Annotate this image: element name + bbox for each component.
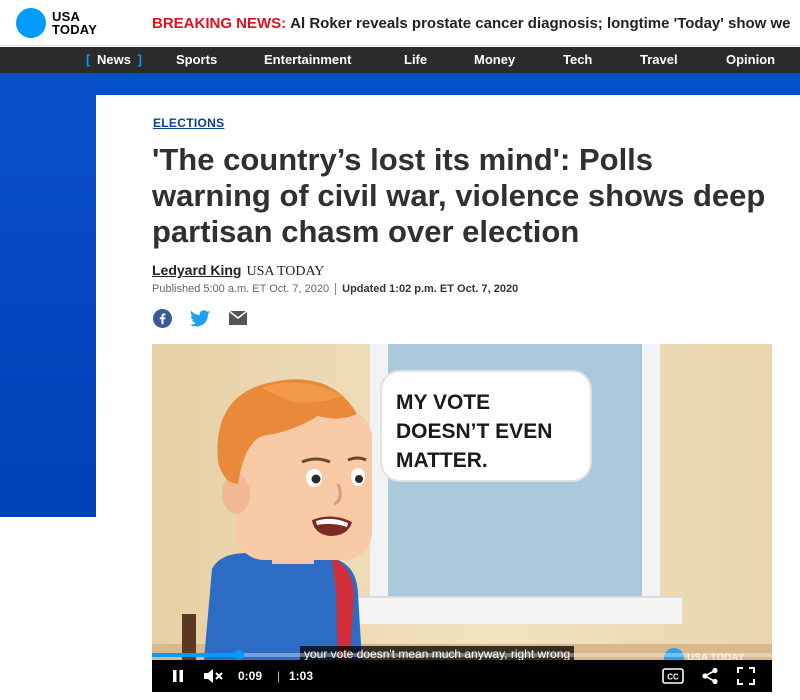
mute-icon[interactable]: [202, 660, 226, 692]
twitter-icon[interactable]: [190, 308, 210, 328]
current-time: 0:09: [238, 669, 263, 683]
facebook-icon[interactable]: [152, 308, 172, 328]
nav-item-news[interactable]: [ News ]: [86, 47, 142, 73]
video-progress-handle[interactable]: [233, 650, 244, 660]
breaking-news-banner[interactable]: BREAKING NEWS: Al Roker reveals prostate …: [152, 15, 791, 32]
published-date: Published 5:00 a.m. ET Oct. 7, 2020: [152, 283, 330, 295]
nav-item-life[interactable]: Life: [404, 47, 427, 73]
video-controls: 0:09 | 1:03 CC: [152, 660, 772, 692]
nav-item-travel[interactable]: Travel: [640, 47, 678, 73]
outlet-name: USA TODAY: [246, 264, 325, 279]
fullscreen-icon[interactable]: [734, 660, 758, 692]
nav-active-bracket-open: [: [86, 52, 91, 67]
date-separator: [335, 283, 337, 296]
updated-date: Updated 1:02 p.m. ET Oct. 7, 2020: [342, 283, 519, 295]
svg-text:CC: CC: [667, 673, 679, 682]
share-icon[interactable]: [698, 660, 722, 692]
dateline: Published 5:00 a.m. ET Oct. 7, 2020 Updat…: [152, 283, 519, 296]
cartoon-character-illustration: [182, 379, 372, 660]
nav-active-bracket-close: ]: [137, 52, 142, 67]
section-color-band: [0, 73, 800, 95]
breaking-news-label: BREAKING NEWS:: [152, 15, 287, 32]
logo-dot-icon: [16, 8, 46, 38]
nav-item-money[interactable]: Money: [474, 47, 515, 73]
video-progress-bar[interactable]: [152, 650, 772, 660]
email-icon[interactable]: [228, 308, 248, 328]
logo-text: USA TODAY: [52, 10, 97, 36]
section-color-sidebar: [0, 73, 96, 517]
nav-item-opinion[interactable]: Opinion: [726, 47, 775, 73]
nav-item-sports[interactable]: Sports: [176, 47, 217, 73]
author-link[interactable]: Ledyard King: [152, 262, 241, 278]
top-header: USA TODAY BREAKING NEWS: Al Roker reveals…: [0, 0, 800, 46]
byline: Ledyard King USA TODAY: [152, 262, 324, 280]
main-nav: [ News ] Sports Entertainment Life Money…: [0, 47, 800, 73]
breaking-news-text[interactable]: Al Roker reveals prostate cancer diagnos…: [290, 15, 790, 32]
speech-bubble-text: MY VOTE DOESN’T EVEN MATTER.: [396, 391, 553, 472]
duration: 1:03: [289, 669, 314, 683]
nav-item-entertainment[interactable]: Entertainment: [264, 47, 351, 73]
usa-today-logo[interactable]: USA TODAY: [16, 8, 97, 38]
time-separator: |: [277, 669, 281, 683]
logo-line-2: TODAY: [52, 22, 98, 37]
nav-item-tech[interactable]: Tech: [563, 47, 592, 73]
pause-icon[interactable]: [166, 660, 190, 692]
section-link[interactable]: ELECTIONS: [153, 116, 224, 130]
article-headline: 'The country’s lost its mind': Polls war…: [152, 142, 766, 249]
nav-item-label: News: [96, 52, 131, 67]
video-progress-fill: [152, 653, 239, 657]
closed-captions-icon[interactable]: CC: [660, 660, 686, 692]
video-player[interactable]: MY VOTE DOESN’T EVEN MATTER. your vote d…: [152, 344, 772, 692]
